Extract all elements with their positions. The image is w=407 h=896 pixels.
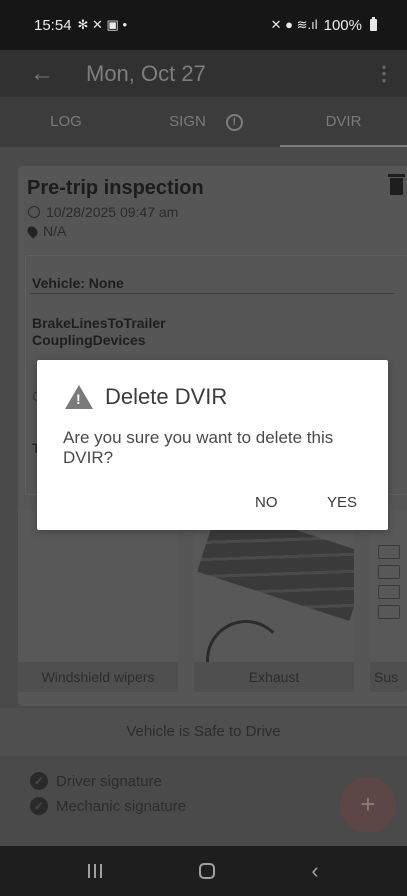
app-bar: ← Mon, Oct 27 ⋮	[0, 50, 407, 97]
key-detail	[378, 585, 400, 599]
arrow-left-icon[interactable]: ←	[30, 60, 58, 88]
status-signal-icons: ✕ ● ≋.ıl	[270, 17, 318, 32]
status-time: 15:54	[34, 16, 72, 34]
alert-icon: !	[225, 113, 243, 131]
location-pin-icon	[25, 223, 40, 239]
more-vert-icon[interactable]: ⋮	[374, 61, 394, 86]
photo-tile-exhaust[interactable]: Exhaust	[194, 510, 354, 692]
tab-sign[interactable]: SIGN !	[132, 97, 280, 147]
recents-icon[interactable]	[88, 864, 103, 878]
status-bar: 15:54 ✻ ✕ ▣ • ✕ ● ≋.ıl 100%	[0, 0, 407, 50]
clock-icon	[28, 206, 40, 218]
inspection-title: Pre-trip inspection	[27, 177, 204, 199]
no-button[interactable]: NO	[255, 494, 278, 511]
battery-icon	[370, 17, 377, 31]
system-nav-bar: ‹	[0, 846, 407, 896]
inspection-location-text: N/A	[43, 223, 67, 239]
tab-dvir[interactable]: DVIR	[280, 97, 407, 147]
photo-thumbnail	[18, 510, 178, 662]
signature-label: Mechanic signature	[56, 797, 187, 815]
key-detail	[378, 605, 400, 619]
check-circle-icon: ✓	[30, 797, 48, 815]
mechanic-signature-row[interactable]: ✓ Mechanic signature	[30, 797, 186, 815]
status-notification-icons: ✻ ✕ ▣ •	[77, 17, 128, 32]
cable-photo-detail	[206, 620, 286, 662]
driver-signature-row[interactable]: ✓ Driver signature	[30, 772, 162, 790]
dialog-message: Are you sure you want to delete this DVI…	[63, 428, 334, 467]
inspection-datetime-text: 10/28/2025 09:47 am	[46, 204, 179, 220]
trash-icon[interactable]	[388, 174, 405, 195]
vehicle-label: Vehicle: None	[32, 275, 124, 291]
defect-item: BrakeLinesToTrailer	[32, 315, 166, 331]
yes-button[interactable]: YES	[327, 494, 357, 511]
battery-percent: 100%	[323, 16, 362, 34]
add-fab-button[interactable]: +	[340, 777, 396, 833]
tab-bar: LOG SIGN ! DVIR	[0, 97, 407, 147]
signature-label: Driver signature	[56, 772, 162, 790]
photo-tile-suspension[interactable]: Sus	[370, 510, 407, 692]
divider	[30, 293, 395, 294]
photo-tile-windshield[interactable]: Windshield wipers	[18, 510, 178, 692]
photo-caption: Sus	[370, 662, 407, 692]
warning-icon	[65, 385, 93, 409]
photo-thumbnail	[370, 510, 407, 662]
home-icon[interactable]	[198, 863, 215, 879]
key-detail	[378, 565, 400, 579]
photo-thumbnail	[194, 510, 354, 662]
back-icon[interactable]: ‹	[311, 860, 318, 882]
defect-item: CouplingDevices	[32, 332, 146, 348]
delete-dvir-dialog: Delete DVIR Are you sure you want to del…	[37, 360, 388, 530]
tab-sign-label: SIGN	[169, 113, 206, 130]
dialog-title: Delete DVIR	[105, 384, 228, 409]
photo-caption: Windshield wipers	[18, 662, 178, 692]
inspection-location: N/A	[25, 223, 67, 239]
check-circle-icon: ✓	[30, 772, 48, 790]
dialog-header: Delete DVIR	[65, 384, 227, 410]
key-detail	[378, 545, 400, 559]
photo-caption: Exhaust	[194, 662, 354, 692]
tab-log[interactable]: LOG	[0, 97, 132, 147]
page-title: Mon, Oct 27	[86, 60, 206, 86]
inspection-datetime: 10/28/2025 09:47 am	[28, 204, 178, 220]
safe-status-banner: Vehicle is Safe to Drive	[0, 708, 407, 756]
